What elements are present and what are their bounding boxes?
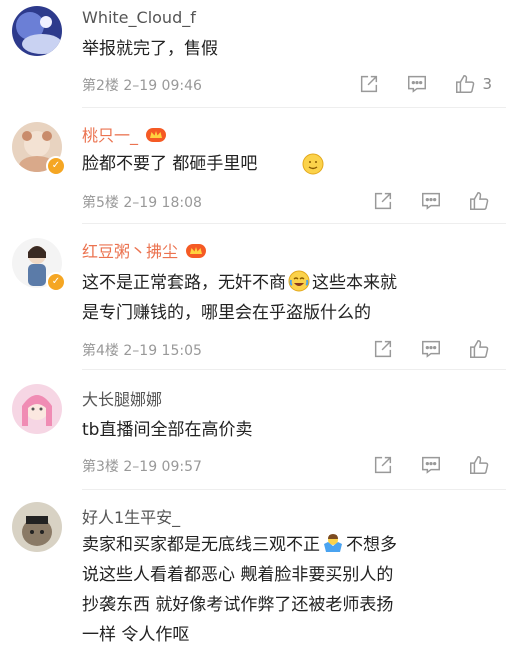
username[interactable]: 好人1生平安_ — [82, 504, 180, 528]
comment-meta: 第2楼 2–19 09:46 — [82, 75, 202, 95]
floor-number: 第5楼 — [82, 195, 119, 211]
comment-text-part: 这不是正常套路，无奸不商 — [82, 273, 286, 293]
username[interactable]: 红豆粥丶拂尘 — [82, 238, 207, 262]
comment-text-part: 不想多 — [346, 535, 397, 555]
emoji-shrug-icon — [302, 153, 324, 175]
timestamp: 2–19 09:46 — [123, 78, 202, 94]
emoji-shrug-person-icon — [324, 534, 342, 552]
floor-number: 第4楼 — [82, 343, 119, 359]
emoji-crying-laugh-icon — [288, 270, 310, 292]
comment-text-part: 是专门赚钱的，哪里会在乎盗版什么的 — [82, 303, 371, 323]
username[interactable]: White_Cloud_f — [82, 8, 196, 27]
like-button[interactable] — [468, 453, 492, 477]
username[interactable]: 大长腿娜娜 — [82, 386, 162, 410]
avatar[interactable] — [12, 384, 62, 434]
share-icon — [374, 340, 392, 358]
crown-icon — [146, 128, 167, 142]
comment-icon — [408, 75, 427, 93]
comment-item: White_Cloud_f 举报就完了，售假 第2楼 2–19 09:46 3 — [0, 0, 506, 108]
comment-meta: 第3楼 2–19 09:57 — [82, 456, 202, 476]
like-button[interactable]: 3 — [454, 72, 492, 96]
thumbs-up-icon — [470, 456, 489, 474]
comment-item: 好人1生平安_ 卖家和买家都是无底线三观不正 不想多 说这些人看着都恶心 觍着脸非… — [0, 490, 506, 654]
crown-icon — [186, 244, 207, 258]
share-icon — [374, 192, 392, 210]
verified-badge-icon: ✓ — [46, 156, 66, 176]
thumbs-up-icon — [470, 340, 489, 358]
comment-item: ✓ 红豆粥丶拂尘 这不是正常套路，无奸不商 这些本来就 是专门赚钱的，哪里会在乎盗… — [0, 224, 506, 370]
like-button[interactable] — [468, 189, 492, 213]
timestamp: 2–19 15:05 — [123, 343, 202, 359]
comment-icon — [422, 192, 440, 210]
comment-meta: 第5楼 2–19 18:08 — [82, 192, 202, 212]
share-button[interactable] — [372, 453, 396, 477]
share-button[interactable] — [372, 337, 396, 361]
comment-text-part: 抄袭东西 就好像考试作弊了还被老师表扬 — [82, 595, 394, 615]
comment-text-part: 一样 令人作呕 — [82, 625, 190, 645]
floor-number: 第2楼 — [82, 78, 119, 94]
comment-text-part: 这些本来就 — [312, 273, 397, 293]
thumbs-up-icon — [456, 75, 475, 93]
comment-meta: 第4楼 2–19 15:05 — [82, 340, 202, 360]
timestamp: 2–19 09:57 — [123, 459, 202, 475]
thumbs-up-icon — [470, 192, 489, 210]
share-icon — [361, 75, 378, 93]
comment-button[interactable] — [406, 72, 430, 96]
comment-icon — [422, 340, 440, 358]
comment-actions — [348, 337, 492, 361]
verified-badge-icon: ✓ — [46, 272, 66, 292]
floor-number: 第3楼 — [82, 459, 119, 475]
comment-button[interactable] — [420, 453, 444, 477]
share-button[interactable] — [372, 189, 396, 213]
share-icon — [374, 456, 392, 474]
comment-text: 举报就完了，售假 — [82, 39, 218, 59]
comment-button[interactable] — [420, 189, 444, 213]
comment-text: 脸都不要了 都砸手里吧 — [82, 154, 258, 174]
like-button[interactable] — [468, 337, 492, 361]
comment-text: 卖家和买家都是无底线三观不正 不想多 说这些人看着都恶心 觍着脸非要买别人的 抄袭… — [82, 530, 500, 650]
comment-button[interactable] — [420, 337, 444, 361]
avatar[interactable] — [12, 6, 62, 56]
username[interactable]: 桃只一_ — [82, 122, 167, 146]
comment-actions — [348, 189, 492, 213]
comment-item: ✓ 桃只一_ 脸都不要了 都砸手里吧 第5楼 2–19 18:08 — [0, 108, 506, 224]
timestamp: 2–19 18:08 — [123, 195, 202, 211]
comment-item: 大长腿娜娜 tb直播间全部在高价卖 第3楼 2–19 09:57 — [0, 370, 506, 490]
comment-icon — [422, 456, 440, 474]
comment-text: 这不是正常套路，无奸不商 这些本来就 是专门赚钱的，哪里会在乎盗版什么的 — [82, 268, 490, 328]
comment-actions: 3 — [334, 72, 492, 96]
comment-actions — [348, 453, 492, 477]
comment-text: tb直播间全部在高价卖 — [82, 420, 253, 440]
comment-text-part: 卖家和买家都是无底线三观不正 — [82, 535, 320, 555]
username-label: 桃只一_ — [82, 126, 139, 145]
comment-text-part: 说这些人看着都恶心 觍着脸非要买别人的 — [82, 565, 394, 585]
username-label: 红豆粥丶拂尘 — [82, 242, 179, 261]
share-button[interactable] — [358, 72, 382, 96]
avatar[interactable] — [12, 502, 62, 552]
like-count: 3 — [482, 75, 492, 93]
